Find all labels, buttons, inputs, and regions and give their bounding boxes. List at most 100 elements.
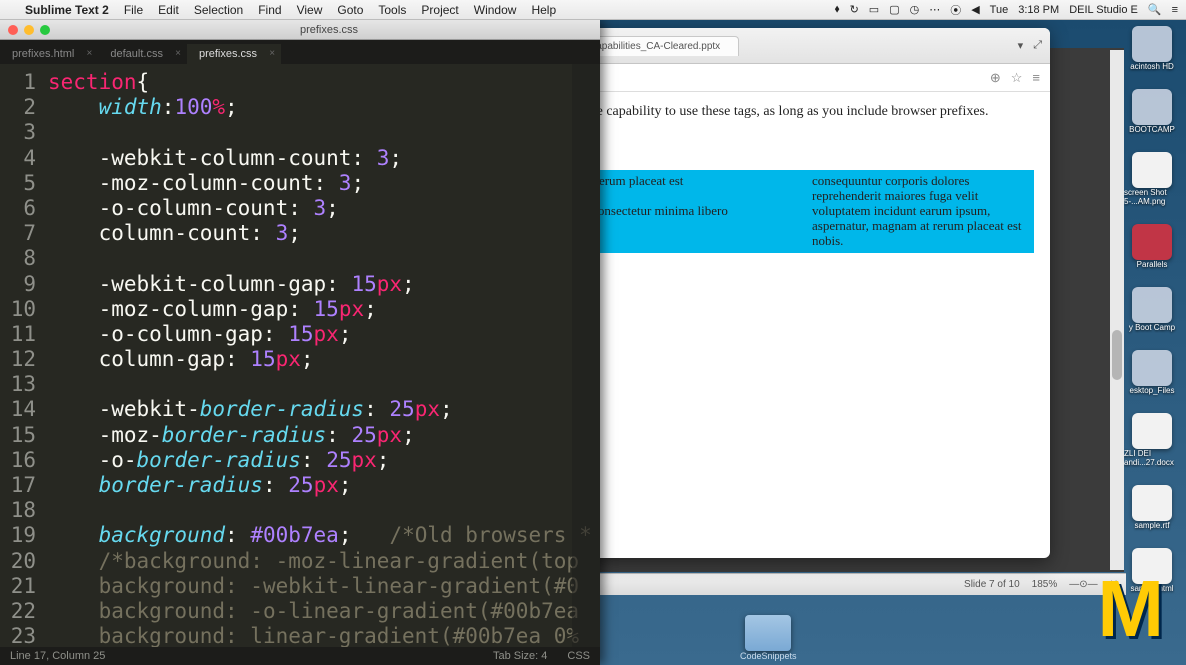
app-name[interactable]: Sublime Text 2 <box>25 3 109 17</box>
bluetooth-icon[interactable]: ⋯ <box>929 3 940 16</box>
menu-find[interactable]: Find <box>258 3 281 17</box>
menu-tools[interactable]: Tools <box>378 3 406 17</box>
drive-icon <box>1132 224 1172 260</box>
tab-close-icon[interactable]: × <box>269 48 275 59</box>
editor-tab[interactable]: default.css× <box>98 44 187 64</box>
hamburger-icon[interactable]: ≡ <box>1032 70 1040 85</box>
dock-folder[interactable]: CodeSnippets <box>740 615 797 661</box>
menu-selection[interactable]: Selection <box>194 3 243 17</box>
code-line[interactable]: -webkit-column-count: 3; <box>48 146 600 171</box>
window-close-icon[interactable] <box>8 25 18 35</box>
browser-expand-icon[interactable]: ⤢ <box>1033 39 1042 52</box>
airplay-icon[interactable]: ▢ <box>889 3 899 16</box>
desktop-icon[interactable]: ZLI DEI andi...27.docx <box>1124 413 1180 467</box>
ppt-zoom[interactable]: 185% <box>1032 579 1058 590</box>
code-line[interactable]: /*background: -moz-linear-gradient(top <box>48 549 600 574</box>
drive-icon <box>1132 485 1172 521</box>
michigan-logo: M <box>1097 563 1156 655</box>
ppt-zoom-slider[interactable]: —⊙— <box>1069 579 1097 590</box>
browser-minimize-icon[interactable]: ▾ <box>1018 39 1024 52</box>
drive-icon <box>1132 287 1172 323</box>
desktop-icon[interactable]: BOOTCAMP <box>1124 89 1180 134</box>
content-heading: t <box>576 138 1034 164</box>
code-line[interactable]: border-radius: 25px; <box>48 473 600 498</box>
desktop-icon[interactable]: sample.rtf <box>1124 485 1180 530</box>
code-line[interactable]: -o-column-count: 3; <box>48 196 600 221</box>
menu-edit[interactable]: Edit <box>158 3 179 17</box>
sublime-tabbar: prefixes.html×default.css×prefixes.css× <box>0 40 600 64</box>
desktop-icon[interactable]: y Boot Camp <box>1124 287 1180 332</box>
desktop-icon-label: BOOTCAMP <box>1129 125 1175 134</box>
desktop-icon-label: sample.rtf <box>1134 521 1169 530</box>
folder-icon[interactable] <box>745 615 791 651</box>
desktop-icon-label: screen Shot 5-...AM.png <box>1124 188 1180 206</box>
zoom-icon[interactable]: ⊕ <box>990 70 1001 86</box>
ppt-slide-count: Slide 7 of 10 <box>964 579 1020 590</box>
powerpoint-scrollbar[interactable] <box>1110 50 1124 570</box>
code-line[interactable]: -moz-border-radius: 25px; <box>48 423 600 448</box>
code-line[interactable]: -moz-column-count: 3; <box>48 171 600 196</box>
status-tabsize[interactable]: Tab Size: 4 <box>493 650 547 662</box>
code-line[interactable]: column-gap: 15px; <box>48 347 600 372</box>
code-line[interactable]: background: linear-gradient(#00b7ea 0% <box>48 624 600 647</box>
code-line[interactable]: background: -o-linear-gradient(#00b7ea <box>48 599 600 624</box>
display-icon[interactable]: ▭ <box>869 3 879 16</box>
star-icon[interactable]: ☆ <box>1011 70 1023 86</box>
browser-content: e the capability to use these tags, as l… <box>560 92 1050 558</box>
wifi-icon[interactable]: ⦿ <box>950 2 961 18</box>
browser-tabbar: Capabilities_CA-Cleared.pptx ▾ ⤢ <box>560 28 1050 64</box>
code-line[interactable] <box>48 120 600 145</box>
desktop-icon-label: Parallels <box>1137 260 1168 269</box>
desktop-icon[interactable]: screen Shot 5-...AM.png <box>1124 152 1180 206</box>
code-line[interactable]: -moz-column-gap: 15px; <box>48 297 600 322</box>
desktop-icon[interactable]: acintosh HD <box>1124 26 1180 71</box>
drive-icon <box>1132 350 1172 386</box>
dock-label: CodeSnippets <box>740 651 797 661</box>
sublime-window: prefixes.css prefixes.html×default.css×p… <box>0 20 600 665</box>
editor-tab[interactable]: prefixes.css× <box>187 44 281 64</box>
code-line[interactable]: -webkit-column-gap: 15px; <box>48 272 600 297</box>
code-line[interactable]: -o-border-radius: 25px; <box>48 448 600 473</box>
desktop-icon[interactable]: esktop_Files <box>1124 350 1180 395</box>
menu-help[interactable]: Help <box>531 3 556 17</box>
window-zoom-icon[interactable] <box>40 25 50 35</box>
sublime-statusbar: Line 17, Column 25 Tab Size: 4 CSS <box>0 647 600 665</box>
dropbox-icon[interactable]: ⬧ <box>835 3 840 16</box>
drive-icon <box>1132 26 1172 62</box>
clock-icon[interactable]: ◷ <box>910 3 920 16</box>
code-line[interactable] <box>48 246 600 271</box>
menu-project[interactable]: Project <box>421 3 458 17</box>
code-area[interactable]: section{ width:100%; -webkit-column-coun… <box>44 64 600 647</box>
sync-icon[interactable]: ↻ <box>850 3 859 16</box>
code-line[interactable]: -o-column-gap: 15px; <box>48 322 600 347</box>
window-minimize-icon[interactable] <box>24 25 34 35</box>
status-lang[interactable]: CSS <box>567 650 590 662</box>
menu-goto[interactable]: Goto <box>337 3 363 17</box>
drive-icon <box>1132 152 1172 188</box>
code-line[interactable]: width:100%; <box>48 95 600 120</box>
code-line[interactable]: -webkit-border-radius: 25px; <box>48 397 600 422</box>
code-line[interactable] <box>48 498 600 523</box>
window-title: prefixes.css <box>58 24 600 36</box>
code-line[interactable]: background: #00b7ea; /*Old browsers * <box>48 523 600 548</box>
tab-close-icon[interactable]: × <box>87 48 93 59</box>
code-line[interactable]: section{ <box>48 70 600 95</box>
code-editor[interactable]: 123456789101112131415161718192021222324 … <box>0 64 600 647</box>
code-line[interactable] <box>48 372 600 397</box>
menu-window[interactable]: Window <box>474 3 517 17</box>
content-paragraph: e the capability to use these tags, as l… <box>576 104 1034 120</box>
menu-file[interactable]: File <box>124 3 143 17</box>
minimap[interactable] <box>572 64 600 647</box>
desktop-icon[interactable]: Parallels <box>1124 224 1180 269</box>
code-line[interactable]: background: -webkit-linear-gradient(#0 <box>48 574 600 599</box>
menu-view[interactable]: View <box>297 3 323 17</box>
code-line[interactable]: column-count: 3; <box>48 221 600 246</box>
safari-window: Capabilities_CA-Cleared.pptx ▾ ⤢ ⊕ ☆ ≡ e… <box>560 28 1050 558</box>
menubar-user[interactable]: DEIL Studio E <box>1069 4 1138 16</box>
spotlight-icon[interactable]: 🔍 <box>1148 3 1162 16</box>
tab-close-icon[interactable]: × <box>175 48 181 59</box>
volume-icon[interactable]: ◀ <box>971 3 979 16</box>
desktop-icon-label: esktop_Files <box>1130 386 1175 395</box>
editor-tab[interactable]: prefixes.html× <box>0 44 98 64</box>
notification-icon[interactable]: ≡ <box>1172 4 1178 16</box>
